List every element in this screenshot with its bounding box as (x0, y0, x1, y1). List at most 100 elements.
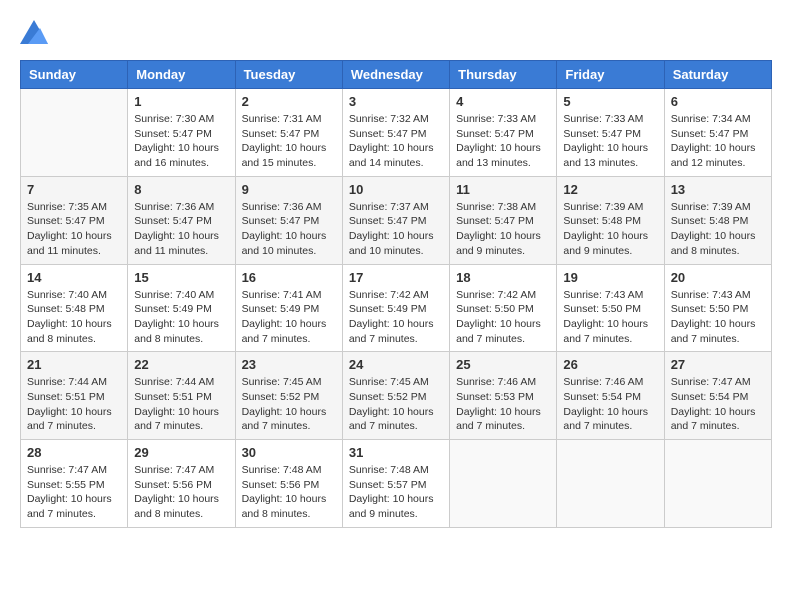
calendar-day-cell: 1 Sunrise: 7:30 AMSunset: 5:47 PMDaylight… (128, 89, 235, 177)
day-number: 17 (349, 270, 443, 285)
calendar-day-cell: 15 Sunrise: 7:40 AMSunset: 5:49 PMDayligh… (128, 264, 235, 352)
day-number: 11 (456, 182, 550, 197)
weekday-header-tuesday: Tuesday (235, 61, 342, 89)
day-number: 12 (563, 182, 657, 197)
calendar-week-row: 14 Sunrise: 7:40 AMSunset: 5:48 PMDayligh… (21, 264, 772, 352)
day-number: 19 (563, 270, 657, 285)
day-info: Sunrise: 7:31 AMSunset: 5:47 PMDaylight:… (242, 112, 336, 171)
weekday-header-thursday: Thursday (450, 61, 557, 89)
calendar-day-cell (21, 89, 128, 177)
calendar-day-cell: 8 Sunrise: 7:36 AMSunset: 5:47 PMDaylight… (128, 176, 235, 264)
day-info: Sunrise: 7:47 AMSunset: 5:54 PMDaylight:… (671, 375, 765, 434)
day-info: Sunrise: 7:46 AMSunset: 5:53 PMDaylight:… (456, 375, 550, 434)
day-info: Sunrise: 7:39 AMSunset: 5:48 PMDaylight:… (671, 200, 765, 259)
weekday-header-sunday: Sunday (21, 61, 128, 89)
day-number: 1 (134, 94, 228, 109)
day-info: Sunrise: 7:47 AMSunset: 5:56 PMDaylight:… (134, 463, 228, 522)
calendar-week-row: 7 Sunrise: 7:35 AMSunset: 5:47 PMDaylight… (21, 176, 772, 264)
day-number: 14 (27, 270, 121, 285)
weekday-header-friday: Friday (557, 61, 664, 89)
calendar-day-cell (664, 440, 771, 528)
day-info: Sunrise: 7:37 AMSunset: 5:47 PMDaylight:… (349, 200, 443, 259)
day-number: 4 (456, 94, 550, 109)
calendar-day-cell: 3Sunrise: 7:32 AMSunset: 5:47 PMDaylight… (342, 89, 449, 177)
calendar-day-cell: 25 Sunrise: 7:46 AMSunset: 5:53 PMDayligh… (450, 352, 557, 440)
day-info: Sunrise: 7:36 AMSunset: 5:47 PMDaylight:… (242, 200, 336, 259)
day-number: 5 (563, 94, 657, 109)
day-info: Sunrise: 7:45 AMSunset: 5:52 PMDaylight:… (242, 375, 336, 434)
calendar-day-cell: 21 Sunrise: 7:44 AMSunset: 5:51 PMDayligh… (21, 352, 128, 440)
calendar-day-cell: 22 Sunrise: 7:44 AMSunset: 5:51 PMDayligh… (128, 352, 235, 440)
calendar-week-row: 28Sunrise: 7:47 AMSunset: 5:55 PMDayligh… (21, 440, 772, 528)
calendar-week-row: 1 Sunrise: 7:30 AMSunset: 5:47 PMDaylight… (21, 89, 772, 177)
calendar-table: SundayMondayTuesdayWednesdayThursdayFrid… (20, 60, 772, 528)
calendar-day-cell: 9 Sunrise: 7:36 AMSunset: 5:47 PMDaylight… (235, 176, 342, 264)
day-number: 16 (242, 270, 336, 285)
calendar-day-cell: 18 Sunrise: 7:42 AMSunset: 5:50 PMDayligh… (450, 264, 557, 352)
calendar-day-cell: 11 Sunrise: 7:38 AMSunset: 5:47 PMDayligh… (450, 176, 557, 264)
calendar-day-cell: 16Sunrise: 7:41 AMSunset: 5:49 PMDayligh… (235, 264, 342, 352)
day-info: Sunrise: 7:47 AMSunset: 5:55 PMDaylight:… (27, 463, 121, 522)
calendar-week-row: 21 Sunrise: 7:44 AMSunset: 5:51 PMDayligh… (21, 352, 772, 440)
day-info: Sunrise: 7:44 AMSunset: 5:51 PMDaylight:… (27, 375, 121, 434)
day-info: Sunrise: 7:48 AMSunset: 5:56 PMDaylight:… (242, 463, 336, 522)
calendar-day-cell: 6Sunrise: 7:34 AMSunset: 5:47 PMDaylight… (664, 89, 771, 177)
day-number: 10 (349, 182, 443, 197)
day-info: Sunrise: 7:43 AMSunset: 5:50 PMDaylight:… (563, 288, 657, 347)
weekday-header-saturday: Saturday (664, 61, 771, 89)
day-info: Sunrise: 7:40 AMSunset: 5:49 PMDaylight:… (134, 288, 228, 347)
day-number: 6 (671, 94, 765, 109)
day-number: 18 (456, 270, 550, 285)
day-info: Sunrise: 7:38 AMSunset: 5:47 PMDaylight:… (456, 200, 550, 259)
day-number: 31 (349, 445, 443, 460)
calendar-day-cell (557, 440, 664, 528)
page-header (20, 20, 772, 44)
day-number: 9 (242, 182, 336, 197)
day-info: Sunrise: 7:36 AMSunset: 5:47 PMDaylight:… (134, 200, 228, 259)
calendar-day-cell: 29 Sunrise: 7:47 AMSunset: 5:56 PMDayligh… (128, 440, 235, 528)
day-number: 7 (27, 182, 121, 197)
day-info: Sunrise: 7:33 AMSunset: 5:47 PMDaylight:… (563, 112, 657, 171)
day-info: Sunrise: 7:39 AMSunset: 5:48 PMDaylight:… (563, 200, 657, 259)
day-info: Sunrise: 7:45 AMSunset: 5:52 PMDaylight:… (349, 375, 443, 434)
calendar-day-cell: 13Sunrise: 7:39 AMSunset: 5:48 PMDayligh… (664, 176, 771, 264)
calendar-day-cell: 7 Sunrise: 7:35 AMSunset: 5:47 PMDaylight… (21, 176, 128, 264)
day-info: Sunrise: 7:32 AMSunset: 5:47 PMDaylight:… (349, 112, 443, 171)
day-info: Sunrise: 7:35 AMSunset: 5:47 PMDaylight:… (27, 200, 121, 259)
calendar-day-cell: 2Sunrise: 7:31 AMSunset: 5:47 PMDaylight… (235, 89, 342, 177)
calendar-body: 1 Sunrise: 7:30 AMSunset: 5:47 PMDaylight… (21, 89, 772, 528)
calendar-day-cell: 12 Sunrise: 7:39 AMSunset: 5:48 PMDayligh… (557, 176, 664, 264)
calendar-day-cell: 5 Sunrise: 7:33 AMSunset: 5:47 PMDaylight… (557, 89, 664, 177)
day-number: 26 (563, 357, 657, 372)
calendar-day-cell: 4 Sunrise: 7:33 AMSunset: 5:47 PMDaylight… (450, 89, 557, 177)
day-number: 23 (242, 357, 336, 372)
day-info: Sunrise: 7:30 AMSunset: 5:47 PMDaylight:… (134, 112, 228, 171)
calendar-day-cell: 23 Sunrise: 7:45 AMSunset: 5:52 PMDayligh… (235, 352, 342, 440)
calendar-day-cell: 10 Sunrise: 7:37 AMSunset: 5:47 PMDayligh… (342, 176, 449, 264)
day-number: 15 (134, 270, 228, 285)
calendar-day-cell: 14 Sunrise: 7:40 AMSunset: 5:48 PMDayligh… (21, 264, 128, 352)
calendar-day-cell: 26 Sunrise: 7:46 AMSunset: 5:54 PMDayligh… (557, 352, 664, 440)
day-info: Sunrise: 7:40 AMSunset: 5:48 PMDaylight:… (27, 288, 121, 347)
day-number: 8 (134, 182, 228, 197)
day-info: Sunrise: 7:42 AMSunset: 5:49 PMDaylight:… (349, 288, 443, 347)
day-info: Sunrise: 7:46 AMSunset: 5:54 PMDaylight:… (563, 375, 657, 434)
day-info: Sunrise: 7:44 AMSunset: 5:51 PMDaylight:… (134, 375, 228, 434)
day-number: 20 (671, 270, 765, 285)
calendar-day-cell: 19 Sunrise: 7:43 AMSunset: 5:50 PMDayligh… (557, 264, 664, 352)
weekday-header-row: SundayMondayTuesdayWednesdayThursdayFrid… (21, 61, 772, 89)
day-number: 27 (671, 357, 765, 372)
day-info: Sunrise: 7:42 AMSunset: 5:50 PMDaylight:… (456, 288, 550, 347)
day-info: Sunrise: 7:33 AMSunset: 5:47 PMDaylight:… (456, 112, 550, 171)
day-number: 30 (242, 445, 336, 460)
weekday-header-monday: Monday (128, 61, 235, 89)
day-number: 21 (27, 357, 121, 372)
day-number: 25 (456, 357, 550, 372)
day-info: Sunrise: 7:43 AMSunset: 5:50 PMDaylight:… (671, 288, 765, 347)
day-number: 29 (134, 445, 228, 460)
calendar-day-cell: 20 Sunrise: 7:43 AMSunset: 5:50 PMDayligh… (664, 264, 771, 352)
day-number: 24 (349, 357, 443, 372)
day-info: Sunrise: 7:48 AMSunset: 5:57 PMDaylight:… (349, 463, 443, 522)
logo (20, 20, 52, 44)
day-number: 22 (134, 357, 228, 372)
